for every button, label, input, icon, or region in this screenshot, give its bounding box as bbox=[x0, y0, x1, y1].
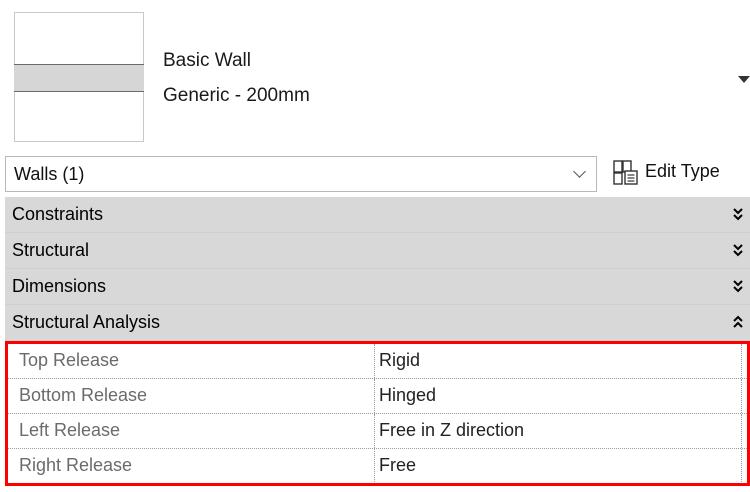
param-value[interactable]: Rigid bbox=[379, 350, 420, 371]
edit-type-icon bbox=[613, 160, 638, 185]
chevron-down-icon bbox=[573, 165, 586, 178]
column-divider bbox=[741, 449, 742, 483]
group-label: Constraints bbox=[12, 204, 104, 224]
edit-type-button[interactable]: Edit Type bbox=[608, 156, 750, 190]
group-structural-analysis[interactable]: Structural Analysis bbox=[5, 305, 750, 341]
group-constraints[interactable]: Constraints bbox=[5, 197, 750, 233]
param-name: Bottom Release bbox=[8, 379, 375, 413]
table-row: Left Release Free in Z direction bbox=[8, 414, 747, 449]
table-row: Bottom Release Hinged bbox=[8, 379, 747, 414]
double-chevron-down-icon[interactable] bbox=[732, 278, 744, 294]
structural-analysis-parameters: Top Release Rigid Bottom Release Hinged … bbox=[5, 341, 750, 486]
column-divider bbox=[741, 344, 742, 378]
table-row: Right Release Free bbox=[8, 449, 747, 483]
param-name: Left Release bbox=[8, 414, 375, 448]
wall-section-preview bbox=[14, 64, 144, 92]
type-name: Generic - 200mm bbox=[163, 85, 310, 106]
type-preview-image bbox=[14, 12, 144, 142]
properties-groups: Constraints Structural Dimensions Struct… bbox=[5, 197, 750, 341]
category-filter-dropdown[interactable]: Walls (1) bbox=[5, 156, 597, 192]
double-chevron-down-icon[interactable] bbox=[732, 206, 744, 222]
double-chevron-up-icon[interactable] bbox=[732, 314, 744, 330]
param-value[interactable]: Hinged bbox=[379, 385, 436, 406]
group-label: Dimensions bbox=[12, 276, 107, 296]
param-name: Top Release bbox=[8, 344, 375, 378]
column-divider bbox=[741, 414, 742, 448]
param-value[interactable]: Free in Z direction bbox=[379, 420, 524, 441]
type-selector[interactable]: Basic Wall Generic - 200mm bbox=[0, 0, 750, 148]
family-name: Basic Wall bbox=[163, 50, 251, 71]
category-filter-value: Walls (1) bbox=[14, 164, 85, 184]
properties-filter-row: Walls (1) Edit Type bbox=[0, 150, 750, 196]
double-chevron-down-icon[interactable] bbox=[732, 242, 744, 258]
param-value[interactable]: Free bbox=[379, 455, 416, 476]
group-structural[interactable]: Structural bbox=[5, 233, 750, 269]
edit-type-label: Edit Type bbox=[645, 161, 720, 181]
table-row: Top Release Rigid bbox=[8, 344, 747, 379]
group-label: Structural Analysis bbox=[12, 312, 161, 332]
group-dimensions[interactable]: Dimensions bbox=[5, 269, 750, 305]
column-divider bbox=[741, 379, 742, 413]
param-name: Right Release bbox=[8, 449, 375, 483]
dropdown-arrow-icon[interactable] bbox=[738, 76, 750, 83]
group-label: Structural bbox=[12, 240, 90, 260]
